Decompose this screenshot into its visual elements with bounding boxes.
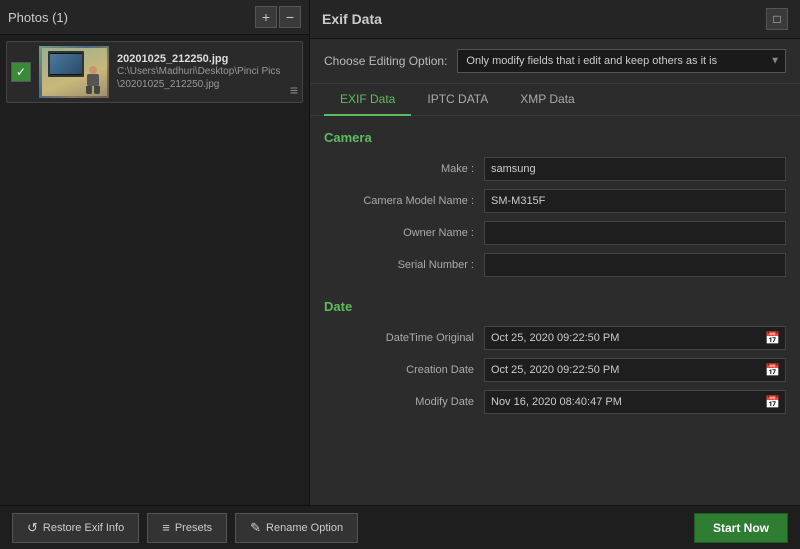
serial-number-field-row: Serial Number :: [324, 253, 786, 277]
remove-photo-button[interactable]: −: [279, 6, 301, 28]
photos-controls: + −: [255, 6, 301, 28]
make-input[interactable]: [484, 157, 786, 181]
editing-option-label: Choose Editing Option:: [324, 54, 447, 68]
tab-xmp[interactable]: XMP Data: [504, 84, 590, 116]
section-gap: [324, 285, 786, 299]
presets-label: Presets: [175, 522, 212, 534]
owner-name-input[interactable]: [484, 221, 786, 245]
photo-info: 20201025_212250.jpg C:\Users\Madhuri\Des…: [117, 53, 282, 91]
tab-iptc[interactable]: IPTC DATA: [411, 84, 504, 116]
add-photo-button[interactable]: +: [255, 6, 277, 28]
main-layout: Photos (1) + − ✓: [0, 0, 800, 505]
tab-exif[interactable]: EXIF Data: [324, 84, 411, 116]
right-panel: Exif Data □ Choose Editing Option: Only …: [310, 0, 800, 505]
datetime-original-input[interactable]: [484, 326, 786, 350]
calendar-icon-2[interactable]: 📅: [765, 363, 780, 377]
expand-icon: □: [773, 12, 780, 26]
creation-date-row: Creation Date 📅: [324, 358, 786, 382]
make-field-row: Make :: [324, 157, 786, 181]
list-item[interactable]: ✓: [6, 41, 303, 103]
creation-date-wrapper: 📅: [484, 358, 786, 382]
datetime-original-label: DateTime Original: [324, 332, 484, 344]
restore-exif-label: Restore Exif Info: [43, 522, 124, 534]
modify-date-input[interactable]: [484, 390, 786, 414]
modify-date-wrapper: 📅: [484, 390, 786, 414]
bottom-bar: ↺ Restore Exif Info ≡ Presets ✎ Rename O…: [0, 505, 800, 549]
datetime-original-row: DateTime Original 📅: [324, 326, 786, 350]
photo-path: C:\Users\Madhuri\Desktop\Pinci Pics\2020…: [117, 65, 282, 91]
serial-number-label: Serial Number :: [324, 259, 484, 271]
camera-model-label: Camera Model Name :: [324, 195, 484, 207]
modify-date-label: Modify Date: [324, 396, 484, 408]
owner-name-field-row: Owner Name :: [324, 221, 786, 245]
rename-icon: ✎: [250, 520, 261, 536]
exif-panel-title: Exif Data: [322, 11, 382, 27]
photo-thumbnail: [39, 46, 109, 98]
creation-date-label: Creation Date: [324, 364, 484, 376]
rename-option-label: Rename Option: [266, 522, 343, 534]
date-section-title: Date: [324, 299, 786, 314]
serial-number-input[interactable]: [484, 253, 786, 277]
rename-option-button[interactable]: ✎ Rename Option: [235, 513, 358, 543]
presets-button[interactable]: ≡ Presets: [147, 513, 227, 543]
editing-option-select[interactable]: Only modify fields that i edit and keep …: [457, 49, 786, 73]
start-now-label: Start Now: [713, 521, 769, 535]
creation-date-input[interactable]: [484, 358, 786, 382]
owner-name-label: Owner Name :: [324, 227, 484, 239]
start-now-button[interactable]: Start Now: [694, 513, 788, 543]
content-area: Camera Make : Camera Model Name : Owner …: [310, 116, 800, 505]
photos-header: Photos (1) + −: [0, 0, 309, 35]
photo-list: ✓: [0, 35, 309, 505]
photo-filename: 20201025_212250.jpg: [117, 53, 282, 65]
checkmark-icon: ✓: [16, 65, 26, 79]
list-view-icon[interactable]: ≡: [290, 82, 298, 98]
restore-icon: ↺: [27, 520, 38, 536]
exif-header: Exif Data □: [310, 0, 800, 39]
restore-exif-button[interactable]: ↺ Restore Exif Info: [12, 513, 139, 543]
photo-checkbox[interactable]: ✓: [11, 62, 31, 82]
camera-model-input[interactable]: [484, 189, 786, 213]
tabs-row: EXIF Data IPTC DATA XMP Data: [310, 84, 800, 116]
calendar-icon-1[interactable]: 📅: [765, 331, 780, 345]
calendar-icon-3[interactable]: 📅: [765, 395, 780, 409]
photos-title: Photos (1): [8, 10, 68, 25]
modify-date-row: Modify Date 📅: [324, 390, 786, 414]
presets-icon: ≡: [162, 520, 170, 535]
editing-option-wrapper: Only modify fields that i edit and keep …: [457, 49, 786, 73]
thumbnail-image: [39, 46, 109, 98]
editing-option-row: Choose Editing Option: Only modify field…: [310, 39, 800, 84]
left-panel: Photos (1) + − ✓: [0, 0, 310, 505]
camera-section-title: Camera: [324, 130, 786, 145]
make-label: Make :: [324, 163, 484, 175]
datetime-original-wrapper: 📅: [484, 326, 786, 350]
camera-model-field-row: Camera Model Name :: [324, 189, 786, 213]
expand-button[interactable]: □: [766, 8, 788, 30]
